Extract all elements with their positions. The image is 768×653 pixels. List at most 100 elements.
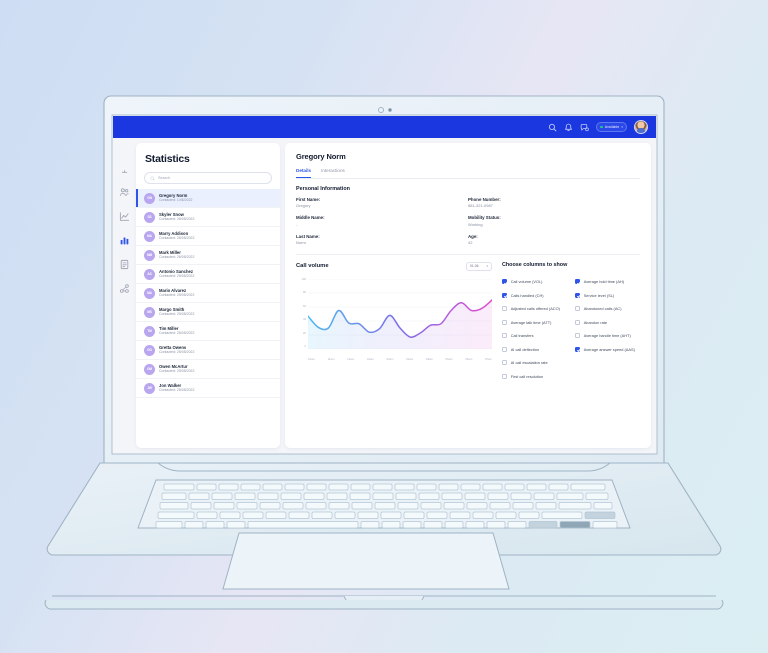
list-item[interactable]: MA Mario Alvarez Contacted: 25/05/2022 — [136, 284, 280, 303]
checkbox-icon[interactable] — [502, 333, 508, 339]
checkbox-checked-icon[interactable] — [575, 292, 581, 298]
checkbox-icon[interactable] — [502, 319, 508, 325]
checkbox-icon[interactable] — [575, 319, 581, 325]
info-label: Middle Name: — [296, 215, 325, 221]
status-badge[interactable]: Available ▾ — [596, 122, 627, 132]
checkbox-checked-icon[interactable] — [575, 346, 581, 352]
checkbox-label: Average handle time (AHT) — [583, 333, 631, 339]
info-label: Phone Number: — [468, 196, 501, 202]
column-checkbox-row[interactable]: Calls handled (CH) — [502, 288, 567, 302]
x-tick-label: 06am — [465, 356, 473, 361]
checkbox-icon[interactable] — [502, 360, 508, 366]
line-chart-icon[interactable] — [119, 211, 130, 222]
list-item[interactable]: TM Tim Miller Contacted: 25/05/2022 — [136, 322, 280, 341]
app-topbar: Available ▾ — [113, 116, 656, 138]
checkbox-label: Average talk time (ATT) — [510, 319, 552, 325]
list-item[interactable]: GO Gretta Owens Contacted: 25/05/2022 — [136, 341, 280, 360]
list-item[interactable]: MS Margo Smith Contacted: 25/05/2022 — [136, 303, 280, 322]
y-tick-label: 80 — [303, 291, 306, 295]
info-label: First Name: — [296, 196, 321, 202]
contact-subtitle: Contacted: 26/05/2022 — [159, 217, 195, 222]
columns-left: Call volume (VOL) Calls handled (CH) Adjus… — [502, 275, 567, 383]
chart-canvas — [308, 278, 492, 349]
column-checkbox-row[interactable]: Call volume (VOL) — [502, 275, 567, 289]
details-card: Gregory Norm Details Interactions Person… — [285, 143, 651, 448]
list-item[interactable]: JW Jon Walker Contacted: 25/05/2022 — [136, 379, 280, 398]
checkbox-label: Abandon rate — [583, 319, 608, 325]
checkbox-checked-icon[interactable] — [575, 279, 581, 285]
column-checkbox-row[interactable]: Call transfers — [502, 329, 567, 343]
avatar: OM — [144, 363, 155, 375]
checkbox-label: Service level (SL) — [583, 292, 615, 298]
search-input[interactable]: Search — [144, 172, 272, 184]
chart-title: Call volume — [296, 263, 329, 270]
x-tick-label: 04am — [425, 356, 433, 361]
y-tick-label: 60 — [303, 304, 306, 308]
contact-subtitle: Contacted: 25/05/2022 — [159, 312, 195, 317]
search-icon[interactable] — [548, 123, 557, 132]
contact-subtitle: Contacted: 25/05/2022 — [159, 331, 195, 336]
bar-chart-icon[interactable] — [119, 235, 130, 246]
x-tick-label: 10am — [308, 356, 315, 361]
list-item[interactable]: SS Skyler Snow Contacted: 26/05/2022 — [136, 208, 280, 227]
list-item[interactable]: AS Antonio Sanchez Contacted: 25/05/2022 — [136, 265, 280, 284]
users-icon[interactable] — [119, 187, 130, 198]
tab-interactions[interactable]: Interactions — [321, 168, 345, 178]
checkbox-label: Abandoned calls (AC) — [583, 306, 622, 312]
column-checkbox-row[interactable]: Abandoned calls (AC) — [575, 302, 640, 316]
contacts-list[interactable]: GN Gregory Norm Contacted: 1/06/2022 SS Skyl… — [136, 189, 280, 448]
y-tick-label: 0 — [304, 345, 307, 349]
list-item[interactable]: MM Mark Miller Contacted: 26/05/2022 — [136, 246, 280, 265]
call-volume-chart-panel: Call volume 01.06 ▾ 100 80 60 40 20 0 10… — [296, 261, 492, 383]
checkbox-checked-icon[interactable] — [502, 279, 508, 285]
info-field: Last Name: Norm — [296, 234, 468, 247]
dashboard-icon[interactable] — [119, 163, 130, 174]
checkbox-icon[interactable] — [502, 306, 508, 312]
column-checkbox-row[interactable]: Adjusted calls offered (ACO) — [502, 302, 567, 316]
checkbox-icon[interactable] — [502, 373, 508, 379]
section-title: Personal Information — [296, 185, 350, 192]
contact-subtitle: Contacted: 25/05/2022 — [159, 274, 195, 279]
list-item[interactable]: MA Marry Addison Contacted: 26/05/2022 — [136, 227, 280, 246]
avatar[interactable] — [634, 120, 648, 134]
tab-details[interactable]: Details — [296, 168, 312, 178]
column-checkbox-row[interactable]: Service level (SL) — [575, 288, 640, 302]
avatar: MA — [144, 287, 155, 299]
checkbox-label: Adjusted calls offered (ACO) — [510, 306, 560, 312]
x-tick-label: 12am — [347, 356, 355, 361]
info-field: Middle Name: - — [296, 215, 468, 228]
column-checkbox-row[interactable]: AI call deflection — [502, 342, 567, 356]
x-tick-label: 05am — [445, 356, 453, 361]
columns-title: Choose columns to show — [502, 261, 568, 268]
column-checkbox-row[interactable]: Average handle time (AHT) — [575, 329, 640, 343]
column-checkbox-row[interactable]: First call resolution — [502, 369, 567, 383]
columns-chooser: Choose columns to show Call volume (VOL)… — [502, 262, 640, 383]
x-tick-label: 03am — [406, 356, 414, 361]
column-checkbox-row[interactable]: AI call escalation rate — [502, 356, 567, 370]
column-checkbox-row[interactable]: Abandon rate — [575, 315, 640, 329]
checkbox-label: Call transfers — [510, 333, 534, 339]
x-tick-label: 07am — [484, 356, 492, 361]
checkbox-icon[interactable] — [502, 346, 508, 352]
checkbox-icon[interactable] — [575, 306, 581, 312]
personal-info-grid: First Name: Gregory Phone Number: 881-321-0… — [296, 197, 640, 247]
app-screen: Available ▾ Statistics Search GN Gregory… — [113, 116, 656, 453]
checkbox-icon[interactable] — [575, 333, 581, 339]
network-icon[interactable] — [119, 283, 130, 294]
info-field: First Name: Gregory — [296, 197, 468, 210]
person-name: Gregory Norm — [296, 152, 346, 161]
date-select[interactable]: 01.06 ▾ — [466, 261, 492, 271]
checkbox-checked-icon[interactable] — [502, 292, 508, 298]
date-select-value: 01.06 — [470, 264, 479, 269]
column-checkbox-row[interactable]: Average answer speed (AAS) — [575, 342, 640, 356]
document-icon[interactable] — [119, 259, 130, 270]
avatar: SS — [144, 211, 155, 223]
x-tick-label: 02am — [386, 356, 394, 361]
list-item[interactable]: OM Owen McArtur Contacted: 25/05/2022 — [136, 360, 280, 379]
list-item[interactable]: GN Gregory Norm Contacted: 1/06/2022 — [136, 189, 280, 208]
chat-icon[interactable] — [580, 123, 589, 132]
column-checkbox-row[interactable]: Average hold time (AH) — [575, 275, 640, 289]
status-dot — [600, 125, 603, 129]
bell-icon[interactable] — [564, 123, 573, 132]
column-checkbox-row[interactable]: Average talk time (ATT) — [502, 315, 567, 329]
